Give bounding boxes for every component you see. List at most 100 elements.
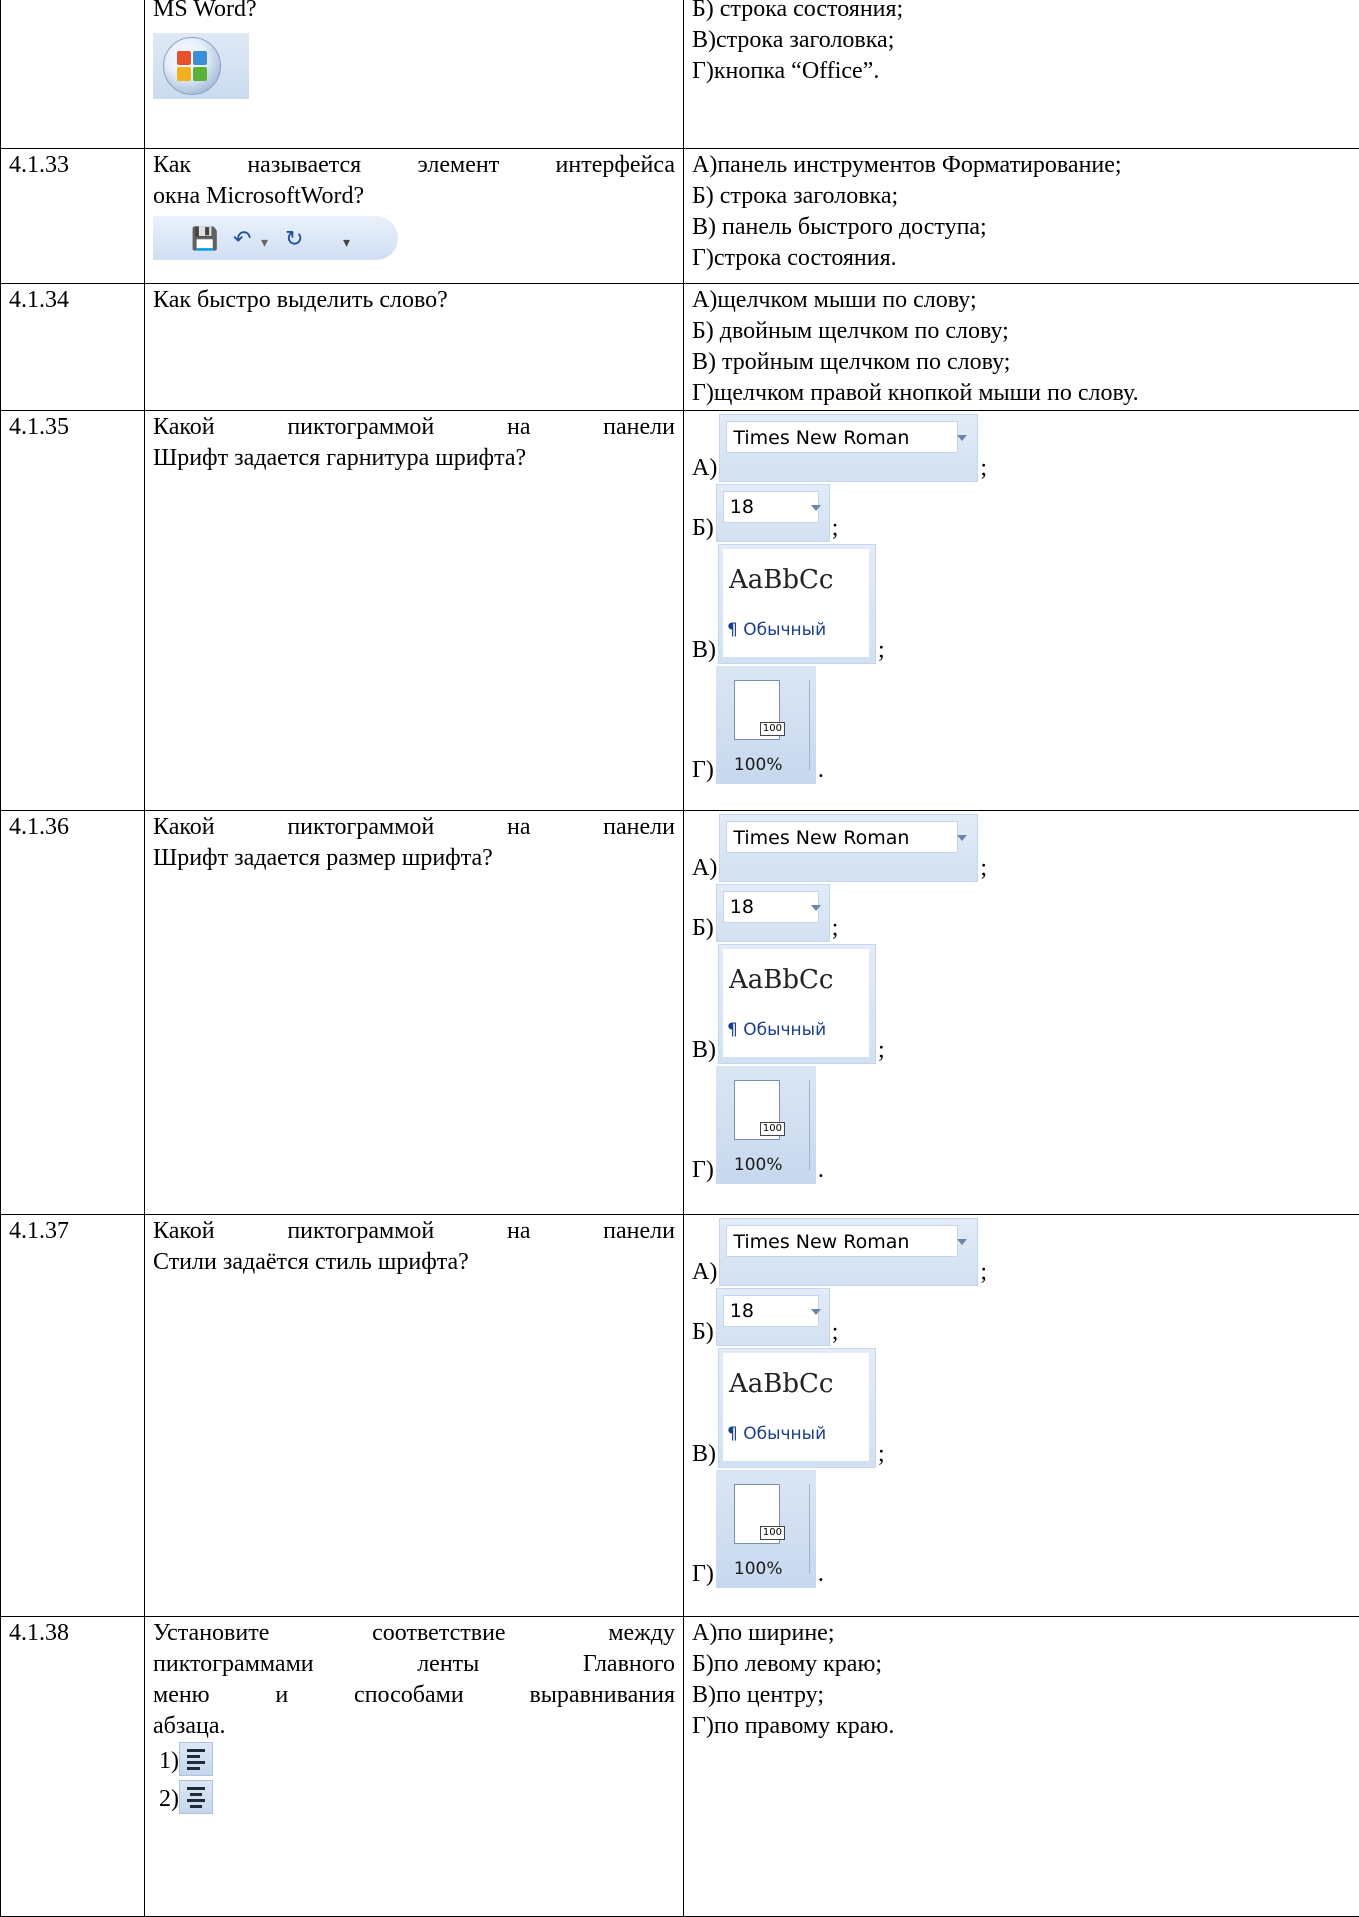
answer-options: Б) строка состояния; В)строка заголовка;… xyxy=(684,0,1359,149)
quick-access-toolbar-icon: 💾 ↶ ▾ ↻ ▾ xyxy=(153,216,398,260)
test-questions-table: MS Word? Б) строка состояния; В)строка з… xyxy=(0,0,1359,1917)
option-separator: ; xyxy=(980,454,987,482)
table-row: MS Word? Б) строка состояния; В)строка з… xyxy=(1,0,1359,149)
question-line: пиктограммами ленты Главного xyxy=(153,1649,675,1680)
question-line: MS Word? xyxy=(153,0,675,25)
question-number: 4.1.38 xyxy=(1,1617,145,1917)
option-letter: Б) xyxy=(692,514,714,542)
answer-option-a: А) Times New Roman ; xyxy=(692,414,1351,482)
answer-option-v: В) AaBbCc ¶ Обычный ; xyxy=(692,1348,1351,1468)
font-size-box-icon: 18 xyxy=(716,1288,830,1346)
answer-option-g: Г) 100 100% . xyxy=(692,1066,1351,1184)
align-left-icon xyxy=(179,1742,213,1776)
option-letter: Г) xyxy=(692,1156,714,1184)
font-name-value: Times New Roman xyxy=(726,421,958,453)
answer-option: А)панель инструментов Форматирование; xyxy=(692,150,1351,181)
answer-option-a: А) Times New Roman ; xyxy=(692,1218,1351,1286)
option-separator: ; xyxy=(878,636,885,664)
question-line: Шрифт задается гарнитура шрифта? xyxy=(153,443,675,474)
zoom-tag: 100 xyxy=(760,722,785,736)
zoom-100-icon: 100 100% xyxy=(716,666,816,784)
table-row: 4.1.38 Установите соответствие между пик… xyxy=(1,1617,1359,1917)
answer-option: Г)щелчком правой кнопкой мыши по слову. xyxy=(692,378,1351,409)
question-text: Как называется элемент интерфейса окна M… xyxy=(145,149,684,284)
table-row: 4.1.34 Как быстро выделить слово? А)щелч… xyxy=(1,284,1359,411)
option-end: . xyxy=(818,1156,824,1184)
font-size-value: 18 xyxy=(723,1295,819,1327)
zoom-tag: 100 xyxy=(760,1526,785,1540)
option-separator: ; xyxy=(832,914,839,942)
match-item-number: 2) xyxy=(159,1784,179,1814)
answer-options: А)панель инструментов Форматирование; Б)… xyxy=(684,149,1359,284)
table-row: 4.1.36 Какой пиктограммой на панели Шриф… xyxy=(1,811,1359,1215)
office-button-icon xyxy=(153,33,249,99)
style-gallery-icon: AaBbCc ¶ Обычный xyxy=(718,1348,876,1468)
question-line: Какой пиктограммой на панели xyxy=(153,812,675,843)
option-separator: ; xyxy=(832,1318,839,1346)
question-text: Какой пиктограммой на панели Шрифт задае… xyxy=(145,811,684,1215)
zoom-100-icon: 100 100% xyxy=(716,1470,816,1588)
answer-option: В)по центру; xyxy=(692,1680,1351,1711)
font-name-box-icon: Times New Roman xyxy=(719,814,978,882)
font-size-box-icon: 18 xyxy=(716,884,830,942)
style-name: ¶ Обычный xyxy=(727,1419,826,1450)
option-separator: ; xyxy=(878,1036,885,1064)
answer-option: В)строка заголовка; xyxy=(692,25,1351,56)
answer-option-a: А) Times New Roman ; xyxy=(692,814,1351,882)
answer-option-v: В) AaBbCc ¶ Обычный ; xyxy=(692,544,1351,664)
answer-option-b: Б) 18 ; xyxy=(692,1288,1351,1346)
answer-option: Б) строка состояния; xyxy=(692,0,1351,25)
answer-option: В) тройным щелчком по слову; xyxy=(692,347,1351,378)
match-item-number: 1) xyxy=(159,1746,179,1776)
question-line: абзаца. xyxy=(153,1711,675,1742)
zoom-100-icon: 100 100% xyxy=(716,1066,816,1184)
answer-options: А) Times New Roman ; Б) 18 ; В) AaBbCc ¶… xyxy=(684,811,1359,1215)
style-gallery-icon: AaBbCc ¶ Обычный xyxy=(718,544,876,664)
option-letter: В) xyxy=(692,636,716,664)
option-letter: А) xyxy=(692,1258,717,1286)
question-number: 4.1.37 xyxy=(1,1215,145,1617)
answer-option: В) панель быстрого доступа; xyxy=(692,212,1351,243)
question-text: Какой пиктограммой на панели Стили задаё… xyxy=(145,1215,684,1617)
answer-options: А) Times New Roman ; Б) 18 ; В) AaBbCc ¶… xyxy=(684,1215,1359,1617)
font-name-value: Times New Roman xyxy=(726,1225,958,1257)
align-center-icon xyxy=(179,1780,213,1814)
question-line: Стили задаётся стиль шрифта? xyxy=(153,1247,675,1278)
answer-option: Г)по правому краю. xyxy=(692,1711,1351,1742)
question-line: окна MicrosoftWord? xyxy=(153,181,675,212)
option-letter: В) xyxy=(692,1440,716,1468)
answer-option: Г)кнопка “Office”. xyxy=(692,56,1351,87)
option-letter: Б) xyxy=(692,1318,714,1346)
answer-option-v: В) AaBbCc ¶ Обычный ; xyxy=(692,944,1351,1064)
style-sample: AaBbCc xyxy=(729,965,833,996)
question-line: Как называется элемент интерфейса xyxy=(153,150,675,181)
option-separator: ; xyxy=(980,1258,987,1286)
option-letter: В) xyxy=(692,1036,716,1064)
answer-options: А)по ширине; Б)по левому краю; В)по цент… xyxy=(684,1617,1359,1917)
zoom-percent: 100% xyxy=(734,750,783,781)
question-number: 4.1.36 xyxy=(1,811,145,1215)
question-line: Какой пиктограммой на панели xyxy=(153,412,675,443)
style-sample: AaBbCc xyxy=(729,1369,833,1400)
option-separator: ; xyxy=(878,1440,885,1468)
question-number: 4.1.33 xyxy=(1,149,145,284)
answer-options: А)щелчком мыши по слову; Б) двойным щелч… xyxy=(684,284,1359,411)
answer-option-b: Б) 18 ; xyxy=(692,884,1351,942)
answer-option: Б) строка заголовка; xyxy=(692,181,1351,212)
option-end: . xyxy=(818,756,824,784)
answer-option: Б)по левому краю; xyxy=(692,1649,1351,1680)
answer-option: А)по ширине; xyxy=(692,1618,1351,1649)
option-letter: Г) xyxy=(692,756,714,784)
option-letter: Г) xyxy=(692,1560,714,1588)
question-text: Какой пиктограммой на панели Шрифт задае… xyxy=(145,411,684,811)
zoom-tag: 100 xyxy=(760,1122,785,1136)
font-size-box-icon: 18 xyxy=(716,484,830,542)
answer-option-b: Б) 18 ; xyxy=(692,484,1351,542)
question-text: Установите соответствие между пиктограмм… xyxy=(145,1617,684,1917)
table-row: 4.1.37 Какой пиктограммой на панели Стил… xyxy=(1,1215,1359,1617)
option-letter: Б) xyxy=(692,914,714,942)
answer-option: Г)строка состояния. xyxy=(692,243,1351,274)
match-item: 1) xyxy=(159,1742,675,1776)
option-letter: А) xyxy=(692,454,717,482)
option-end: . xyxy=(818,1560,824,1588)
